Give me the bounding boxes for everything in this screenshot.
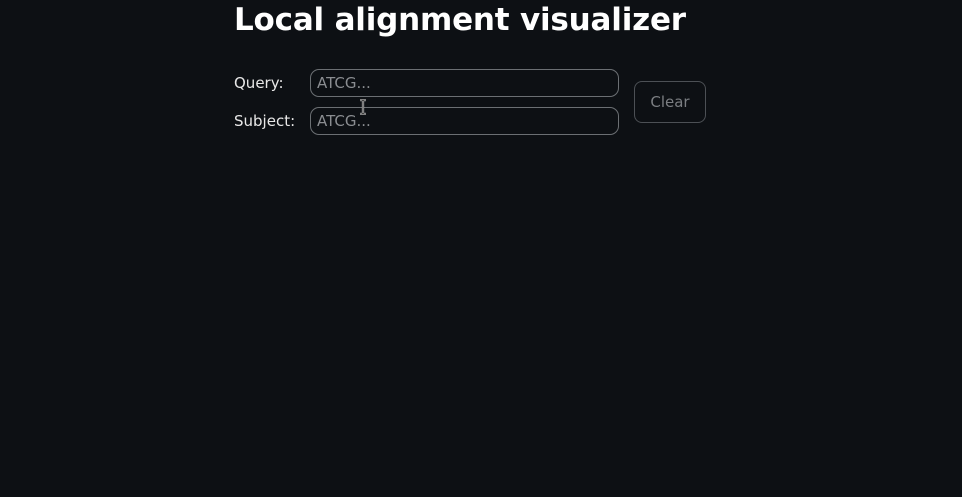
clear-button[interactable]: Clear <box>634 81 706 123</box>
page-title: Local alignment visualizer <box>234 2 686 38</box>
subject-label: Subject: <box>234 112 296 130</box>
query-label: Query: <box>234 74 284 92</box>
query-input[interactable] <box>310 69 619 97</box>
subject-row: Subject: <box>234 107 619 135</box>
query-row: Query: <box>234 69 619 97</box>
subject-input[interactable] <box>310 107 619 135</box>
